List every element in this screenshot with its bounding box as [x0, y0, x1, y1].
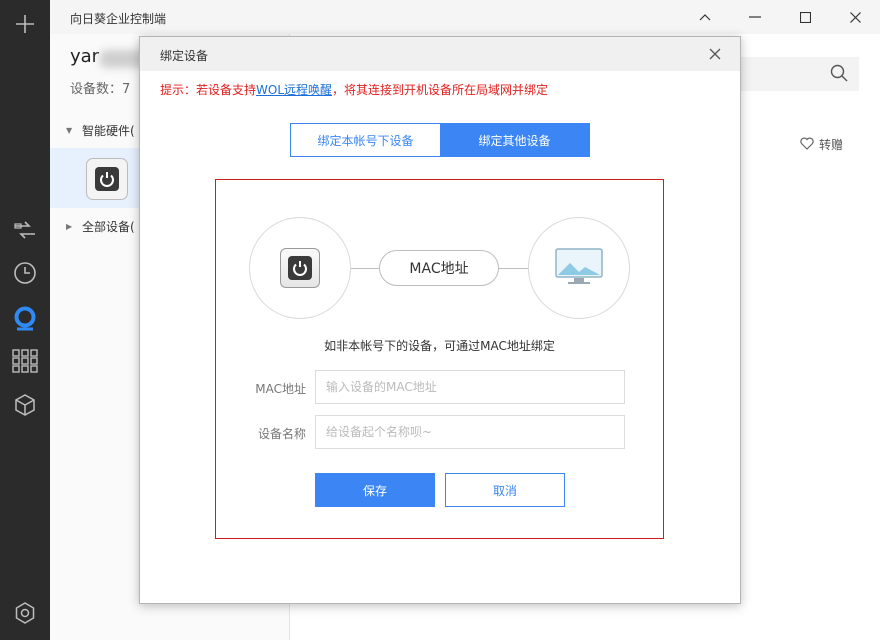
connector-line-right [498, 268, 530, 269]
power-button-icon [280, 248, 320, 288]
cube-icon[interactable] [9, 389, 41, 421]
mac-bind-hint: 如非本帐号下的设备，可通过MAC地址绑定 [324, 339, 555, 353]
tab-bind-other-device[interactable]: 绑定其他设备 [440, 124, 589, 156]
tree-label: 全部设备( [82, 220, 135, 234]
history-icon[interactable] [9, 257, 41, 289]
caret-right-icon: ▶ [66, 222, 73, 231]
add-icon[interactable] [9, 8, 41, 40]
nav-rail [0, 0, 50, 640]
heart-icon [800, 137, 814, 153]
tip-suffix: ，将其连接到开机设备所在局域网并绑定 [332, 83, 549, 97]
settings-icon[interactable] [9, 597, 41, 629]
search-icon[interactable] [830, 64, 848, 85]
caret-down-icon: ▼ [66, 126, 73, 135]
tip-prefix: 提示：若设备支持 [160, 83, 257, 97]
tree-smart-hardware[interactable]: ▼ 智能硬件( [66, 122, 135, 139]
save-button[interactable]: 保存 [315, 473, 435, 507]
dialog-header: 绑定设备 [140, 37, 740, 71]
tree-label: 智能硬件( [82, 124, 135, 138]
bind-tabs: 绑定本帐号下设备 绑定其他设备 [290, 123, 590, 157]
monitor-icon [554, 247, 604, 290]
tab-bind-own-account[interactable]: 绑定本帐号下设备 [291, 124, 440, 156]
bind-form-area: MAC地址 如非本帐号下的设备，可通过MAC地址绑定 MAC地址 设备名称 保存… [215, 179, 664, 539]
close-icon[interactable] [844, 6, 866, 28]
target-device-circle [528, 217, 630, 319]
wol-tip: 提示：若设备支持WOL远程唤醒，将其连接到开机设备所在局域网并绑定 [160, 81, 548, 98]
gift-label: 转赠 [819, 138, 844, 152]
mac-address-pill: MAC地址 [379, 250, 499, 286]
gift-button[interactable]: 转赠 [800, 136, 843, 153]
mac-label: MAC地址 [255, 382, 306, 396]
app-title: 向日葵企业控制端 [70, 12, 167, 26]
wol-link[interactable]: WOL远程唤醒 [256, 83, 332, 97]
user-name: yar [70, 46, 100, 67]
device-name-input[interactable] [315, 415, 625, 449]
source-device-circle [249, 217, 351, 319]
sunlogin-icon[interactable] [9, 302, 41, 334]
connector-line-left [350, 268, 380, 269]
device-count: 设备数：7 [70, 82, 131, 97]
minimize-icon[interactable] [744, 6, 766, 28]
collapse-icon[interactable] [694, 6, 716, 28]
bind-device-dialog: 绑定设备 提示：若设备支持WOL远程唤醒，将其连接到开机设备所在局域网并绑定 绑… [139, 36, 741, 604]
title-bar: 向日葵企业控制端 [50, 0, 880, 34]
dialog-close-icon[interactable] [706, 45, 724, 63]
device-name-label: 设备名称 [257, 427, 306, 441]
power-device-icon [86, 158, 128, 200]
mac-address-input[interactable] [315, 370, 625, 404]
maximize-icon[interactable] [794, 6, 816, 28]
remote-icon[interactable] [9, 214, 41, 246]
tree-all-devices[interactable]: ▶ 全部设备( [66, 218, 135, 235]
apps-icon[interactable] [9, 345, 41, 377]
dialog-title: 绑定设备 [160, 49, 209, 63]
cancel-button[interactable]: 取消 [445, 473, 565, 507]
